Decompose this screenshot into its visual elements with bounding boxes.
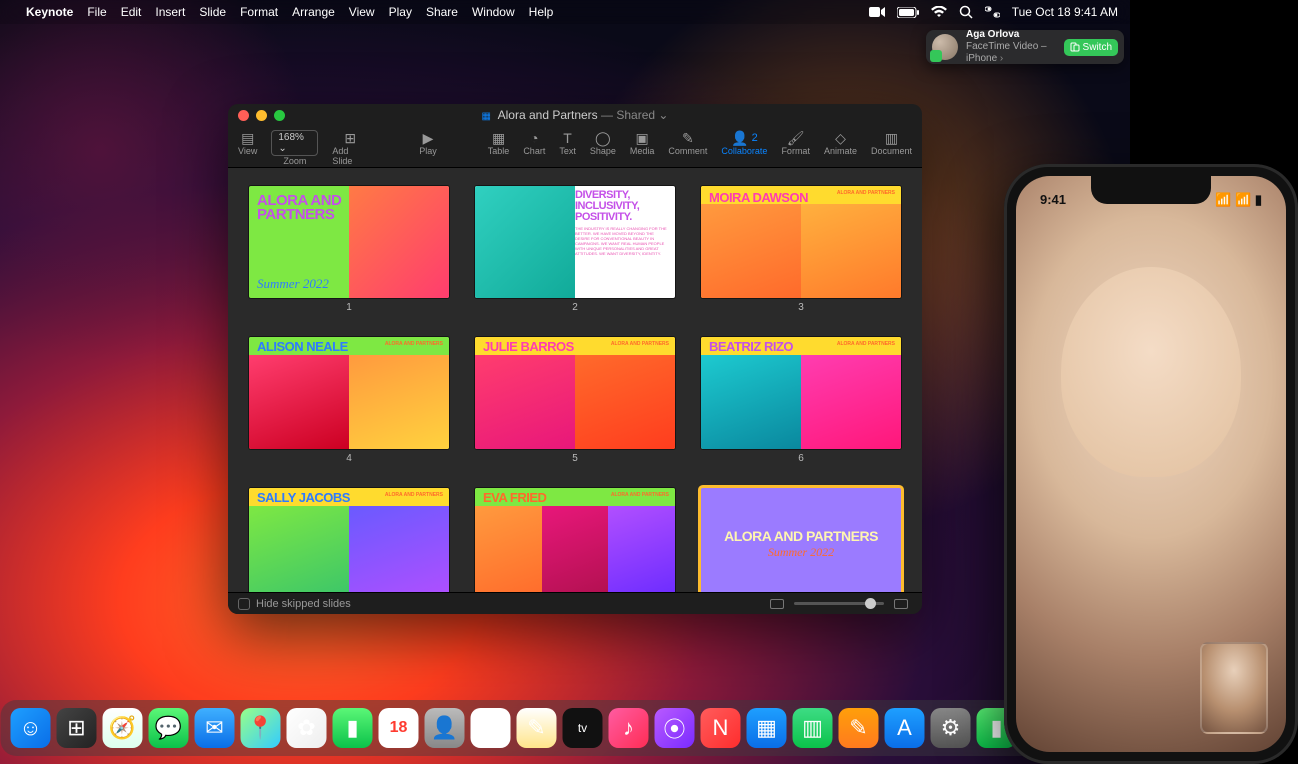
slide-number: 4 — [346, 453, 352, 464]
menu-insert[interactable]: Insert — [155, 5, 185, 19]
dock-notes[interactable]: ✎ — [517, 708, 557, 748]
control-center-icon[interactable] — [985, 6, 1000, 18]
toolbar-add-slide[interactable]: ⊞Add Slide — [332, 128, 368, 166]
toolbar-text[interactable]: TText — [559, 128, 576, 156]
chevron-down-icon: ⌄ — [658, 108, 668, 122]
dock-mail[interactable]: ✉ — [195, 708, 235, 748]
dock-music[interactable]: ♪ — [609, 708, 649, 748]
dock-messages[interactable]: 💬 — [149, 708, 189, 748]
menu-share[interactable]: Share — [426, 5, 458, 19]
toolbar: ▤View 168% ⌄Zoom ⊞Add Slide ▶Play ▦Table… — [228, 126, 922, 168]
iphone-device: 9:41 📶 📶 ▮ — [1004, 164, 1298, 764]
slide-number: 2 — [572, 302, 578, 313]
person-icon: 👤 — [731, 130, 748, 147]
slide-number: 3 — [798, 302, 804, 313]
slide-thumbnail[interactable]: DIVERSITY, INCLUSIVITY, POSITIVITY.THE I… — [475, 186, 675, 313]
app-menu[interactable]: Keynote — [26, 5, 73, 19]
chevron-right-icon: › — [1000, 53, 1003, 64]
hide-skipped-label: Hide skipped slides — [256, 598, 351, 610]
dock-reminders[interactable]: ☰ — [471, 708, 511, 748]
toolbar-document[interactable]: ▥Document — [871, 128, 912, 156]
dock-tv[interactable]: tv — [563, 708, 603, 748]
slide-number: 1 — [346, 302, 352, 313]
menubar-clock[interactable]: Tue Oct 18 9:41 AM — [1012, 5, 1118, 19]
light-table-view[interactable]: ALORA AND PARTNERSSummer 2022 1 DIVERSIT… — [228, 168, 922, 592]
menu-help[interactable]: Help — [529, 5, 554, 19]
handoff-subtitle: FaceTime Video – iPhone › — [966, 41, 1064, 65]
menu-play[interactable]: Play — [389, 5, 412, 19]
dock-contacts[interactable]: 👤 — [425, 708, 465, 748]
toolbar-format[interactable]: 🖌Format — [781, 128, 810, 156]
handoff-name: Aga Orlova — [966, 29, 1064, 41]
titlebar[interactable]: ▦ Alora and Partners — Shared ⌄ — [228, 104, 922, 126]
contact-avatar — [932, 34, 958, 60]
menu-window[interactable]: Window — [472, 5, 515, 19]
dock-keynote[interactable]: ▦ — [747, 708, 787, 748]
slide-thumbnail[interactable]: ALISON NEALEALORA AND PARTNERS 4 — [249, 337, 449, 464]
hide-skipped-checkbox[interactable] — [238, 598, 250, 610]
battery-status-icon[interactable] — [897, 7, 919, 18]
facetime-status-icon[interactable] — [869, 6, 885, 18]
desktop: Keynote File Edit Insert Slide Format Ar… — [0, 0, 1130, 764]
dock-podcasts[interactable]: ⦿ — [655, 708, 695, 748]
dock: ☺ ⊞ 🧭 💬 ✉ 📍 ✿ ▮ 18 👤 ☰ ✎ tv ♪ ⦿ N ▦ ▥ ✎ … — [1, 700, 1130, 756]
dock-news[interactable]: N — [701, 708, 741, 748]
iphone-screen: 9:41 📶 📶 ▮ — [1016, 176, 1286, 752]
menu-arrange[interactable]: Arrange — [292, 5, 335, 19]
iphone-time: 9:41 — [1040, 192, 1066, 208]
dock-facetime[interactable]: ▮ — [333, 708, 373, 748]
toolbar-play[interactable]: ▶Play — [419, 128, 437, 156]
toolbar-zoom[interactable]: 168% ⌄Zoom — [271, 128, 318, 166]
toolbar-view[interactable]: ▤View — [238, 128, 257, 156]
slide-thumbnail[interactable]: ALORA AND PARTNERSSummer 2022 1 — [249, 186, 449, 313]
toolbar-media[interactable]: ▣Media — [630, 128, 655, 156]
dock-appstore[interactable]: A — [885, 708, 925, 748]
zoom-in-icon[interactable] — [894, 599, 908, 609]
toolbar-animate[interactable]: ◇Animate — [824, 128, 857, 156]
dock-calendar[interactable]: 18 — [379, 708, 419, 748]
chevron-down-icon: ⌄ — [278, 143, 286, 154]
menu-format[interactable]: Format — [240, 5, 278, 19]
zoom-out-icon[interactable] — [770, 599, 784, 609]
toolbar-chart[interactable]: ◔Chart — [523, 128, 545, 156]
keynote-window: ▦ Alora and Partners — Shared ⌄ ▤View 16… — [228, 104, 922, 614]
iphone-status-icons: 📶 📶 ▮ — [1215, 192, 1262, 208]
slide-thumbnail[interactable]: EVA FRIEDALORA AND PARTNERS 8 — [475, 488, 675, 592]
spotlight-icon[interactable] — [959, 5, 973, 19]
facetime-pip[interactable] — [1200, 642, 1268, 734]
toolbar-shape[interactable]: ◯Shape — [590, 128, 616, 156]
zoom-slider[interactable] — [794, 602, 884, 605]
dock-maps[interactable]: 📍 — [241, 708, 281, 748]
slide-number: 6 — [798, 453, 804, 464]
dock-launchpad[interactable]: ⊞ — [57, 708, 97, 748]
dock-finder[interactable]: ☺ — [11, 708, 51, 748]
toolbar-comment[interactable]: ✎Comment — [668, 128, 707, 156]
facetime-remote-video — [1061, 267, 1241, 477]
menu-file[interactable]: File — [87, 5, 106, 19]
menu-edit[interactable]: Edit — [121, 5, 142, 19]
slide-thumbnail[interactable]: MOIRA DAWSONALORA AND PARTNERS 3 — [701, 186, 901, 313]
dock-pages[interactable]: ✎ — [839, 708, 879, 748]
switch-button[interactable]: Switch — [1064, 39, 1118, 56]
iphone-notch — [1091, 176, 1211, 204]
menu-slide[interactable]: Slide — [199, 5, 226, 19]
wifi-status-icon[interactable] — [931, 6, 947, 18]
toolbar-collaborate[interactable]: 👤2Collaborate — [721, 128, 767, 156]
menubar: Keynote File Edit Insert Slide Format Ar… — [0, 0, 1130, 24]
dock-safari[interactable]: 🧭 — [103, 708, 143, 748]
dock-photos[interactable]: ✿ — [287, 708, 327, 748]
slide-thumbnail[interactable]: ALORA AND PARTNERSSummer 2022 9 — [701, 488, 901, 592]
dock-settings[interactable]: ⚙ — [931, 708, 971, 748]
slide-thumbnail[interactable]: BEATRIZ RIZOALORA AND PARTNERS 6 — [701, 337, 901, 464]
handoff-banner[interactable]: Aga Orlova FaceTime Video – iPhone › Swi… — [926, 30, 1124, 64]
window-title: ▦ Alora and Partners — Shared ⌄ — [228, 108, 922, 122]
dock-numbers[interactable]: ▥ — [793, 708, 833, 748]
slide-thumbnail[interactable]: SALLY JACOBSALORA AND PARTNERS 7 — [249, 488, 449, 592]
toolbar-table[interactable]: ▦Table — [488, 128, 510, 156]
slide-number: 5 — [572, 453, 578, 464]
menu-view[interactable]: View — [349, 5, 375, 19]
document-icon: ▦ — [482, 111, 491, 122]
statusbar: Hide skipped slides — [228, 592, 922, 614]
slide-thumbnail[interactable]: JULIE BARROSALORA AND PARTNERS 5 — [475, 337, 675, 464]
